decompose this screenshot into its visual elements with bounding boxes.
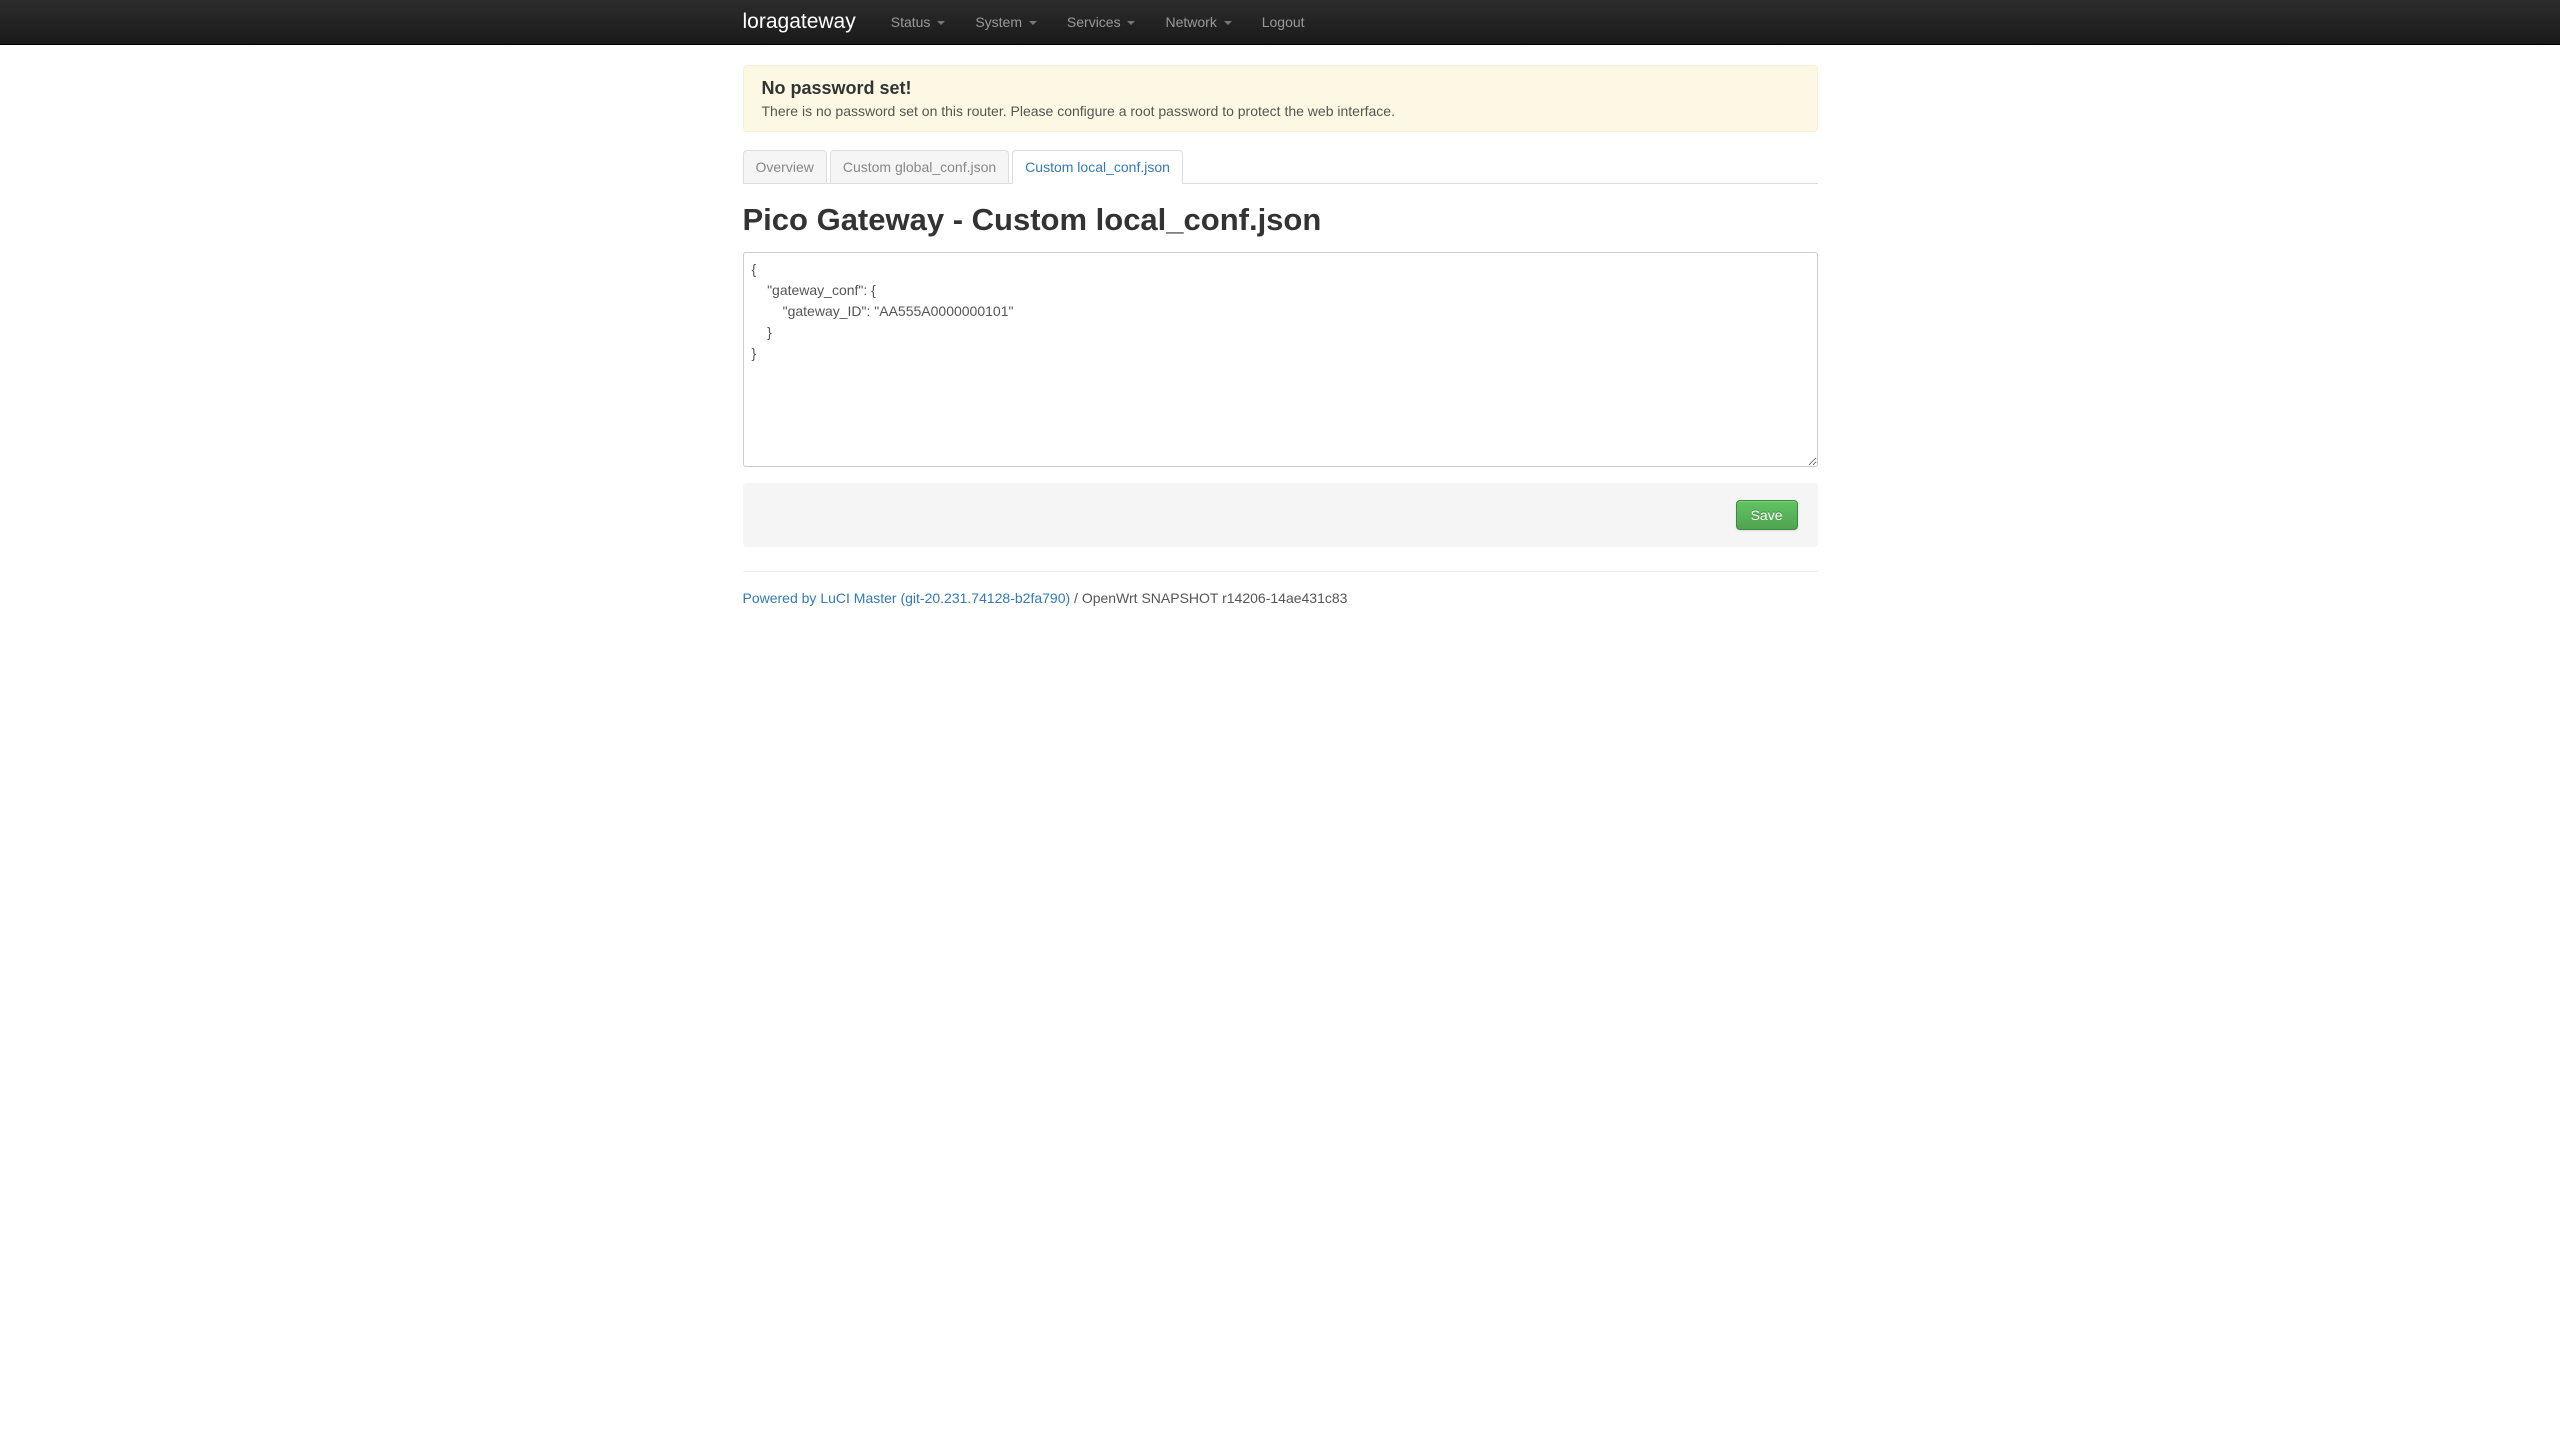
chevron-down-icon [937,21,945,25]
alert-title: No password set! [762,78,1799,99]
tab-overview[interactable]: Overview [743,150,827,184]
actions-bar: Save [743,483,1818,547]
footer-sep-text: / [1070,590,1082,606]
nav-system[interactable]: System [960,1,1052,43]
footer-separator [743,571,1818,572]
top-navbar: loragateway Status System Services Netwo… [0,0,2560,45]
chevron-down-icon [1224,21,1232,25]
nav-status[interactable]: Status [876,1,961,43]
tab-global-conf[interactable]: Custom global_conf.json [830,150,1009,184]
nav-network-label: Network [1165,14,1216,30]
brand-link[interactable]: loragateway [743,0,876,44]
nav-logout[interactable]: Logout [1247,1,1320,43]
nav-services-label: Services [1067,14,1121,30]
local-conf-textarea[interactable] [743,252,1818,467]
footer-version: OpenWrt SNAPSHOT r14206-14ae431c83 [1082,590,1348,606]
page-title: Pico Gateway - Custom local_conf.json [743,202,1818,238]
footer: Powered by LuCI Master (git-20.231.74128… [743,590,1818,606]
password-alert: No password set! There is no password se… [743,65,1818,132]
save-button[interactable]: Save [1736,500,1798,530]
config-tabs: Overview Custom global_conf.json Custom … [743,150,1818,184]
nav-system-label: System [975,14,1022,30]
alert-body: There is no password set on this router.… [762,103,1799,119]
nav-services[interactable]: Services [1052,1,1151,43]
tab-local-conf[interactable]: Custom local_conf.json [1012,150,1183,184]
nav-status-label: Status [891,14,931,30]
chevron-down-icon [1127,21,1135,25]
chevron-down-icon [1029,21,1037,25]
footer-luci-link[interactable]: Powered by LuCI Master (git-20.231.74128… [743,590,1071,606]
nav-network[interactable]: Network [1150,1,1246,43]
